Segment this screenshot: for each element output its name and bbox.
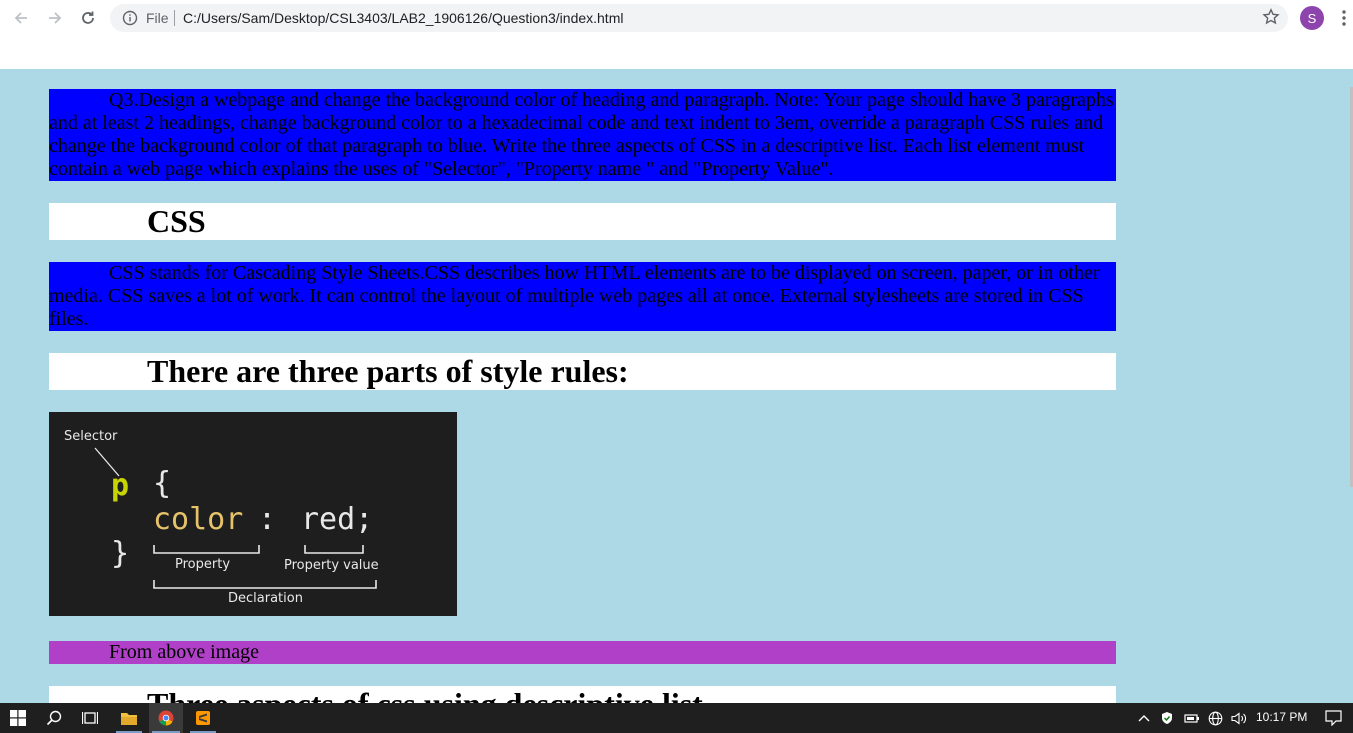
heading-css: CSS — [49, 203, 1116, 240]
taskbar-sublime[interactable] — [187, 703, 219, 733]
battery-icon[interactable] — [1184, 712, 1200, 724]
address-bar[interactable]: File C:/Users/Sam/Desktop/CSL3403/LAB2_1… — [110, 4, 1288, 32]
taskbar-clock[interactable]: 10:17 PM — [1256, 710, 1307, 724]
folder-icon — [121, 713, 137, 725]
task-view-icon — [82, 712, 98, 724]
css-definition-paragraph: CSS stands for Cascading Style Sheets.CS… — [49, 262, 1116, 331]
property-value-label: Property value — [284, 558, 379, 573]
css-rule-diagram-image: Selector p { color : red; } Property Pro… — [49, 412, 457, 616]
chevron-up-icon[interactable] — [1138, 713, 1150, 723]
profile-avatar[interactable]: S — [1300, 6, 1324, 30]
network-globe-icon[interactable] — [1208, 711, 1223, 726]
arrow-left-icon — [14, 12, 27, 24]
property-label: Property — [175, 557, 231, 572]
search-button[interactable] — [38, 703, 70, 733]
declaration-label: Declaration — [228, 591, 303, 606]
from-above-paragraph: From above image — [49, 641, 1116, 664]
toolbar-spacer — [0, 36, 1353, 69]
reload-button[interactable] — [77, 7, 99, 29]
reload-icon — [82, 11, 94, 24]
url-text[interactable]: C:/Users/Sam/Desktop/CSL3403/LAB2_190612… — [183, 10, 623, 26]
windows-logo-icon — [10, 710, 26, 726]
arrow-right-icon — [49, 12, 62, 24]
taskbar-file-explorer[interactable] — [113, 703, 145, 733]
page-viewport[interactable]: Q3.Design a webpage and change the backg… — [0, 69, 1353, 703]
taskbar-chrome[interactable] — [149, 703, 183, 733]
sublime-text-icon — [196, 711, 210, 725]
bookmark-star-icon[interactable] — [1262, 8, 1280, 26]
volume-icon[interactable] — [1231, 712, 1247, 725]
task-view-button[interactable] — [74, 703, 106, 733]
shield-icon[interactable] — [1160, 711, 1174, 725]
back-button[interactable] — [10, 7, 32, 29]
heading-three-aspects: Three aspects of css using descriptive l… — [49, 686, 1116, 703]
menu-kebab-icon[interactable] — [1336, 8, 1352, 28]
question-paragraph: Q3.Design a webpage and change the backg… — [49, 89, 1116, 181]
page-scrollbar[interactable] — [1349, 69, 1353, 703]
browser-toolbar: File C:/Users/Sam/Desktop/CSL3403/LAB2_1… — [0, 0, 1353, 36]
start-button[interactable] — [2, 703, 34, 733]
scheme-label: File — [146, 10, 169, 26]
windows-taskbar: 10:17 PM — [0, 703, 1353, 733]
forward-button[interactable] — [44, 7, 66, 29]
info-icon[interactable] — [122, 10, 138, 26]
chrome-icon — [158, 710, 174, 726]
search-icon — [46, 710, 62, 726]
heading-style-rules: There are three parts of style rules: — [49, 353, 1116, 390]
omnibox-divider — [174, 10, 175, 26]
diagram-brackets — [153, 545, 377, 589]
notifications-icon[interactable] — [1325, 710, 1342, 726]
